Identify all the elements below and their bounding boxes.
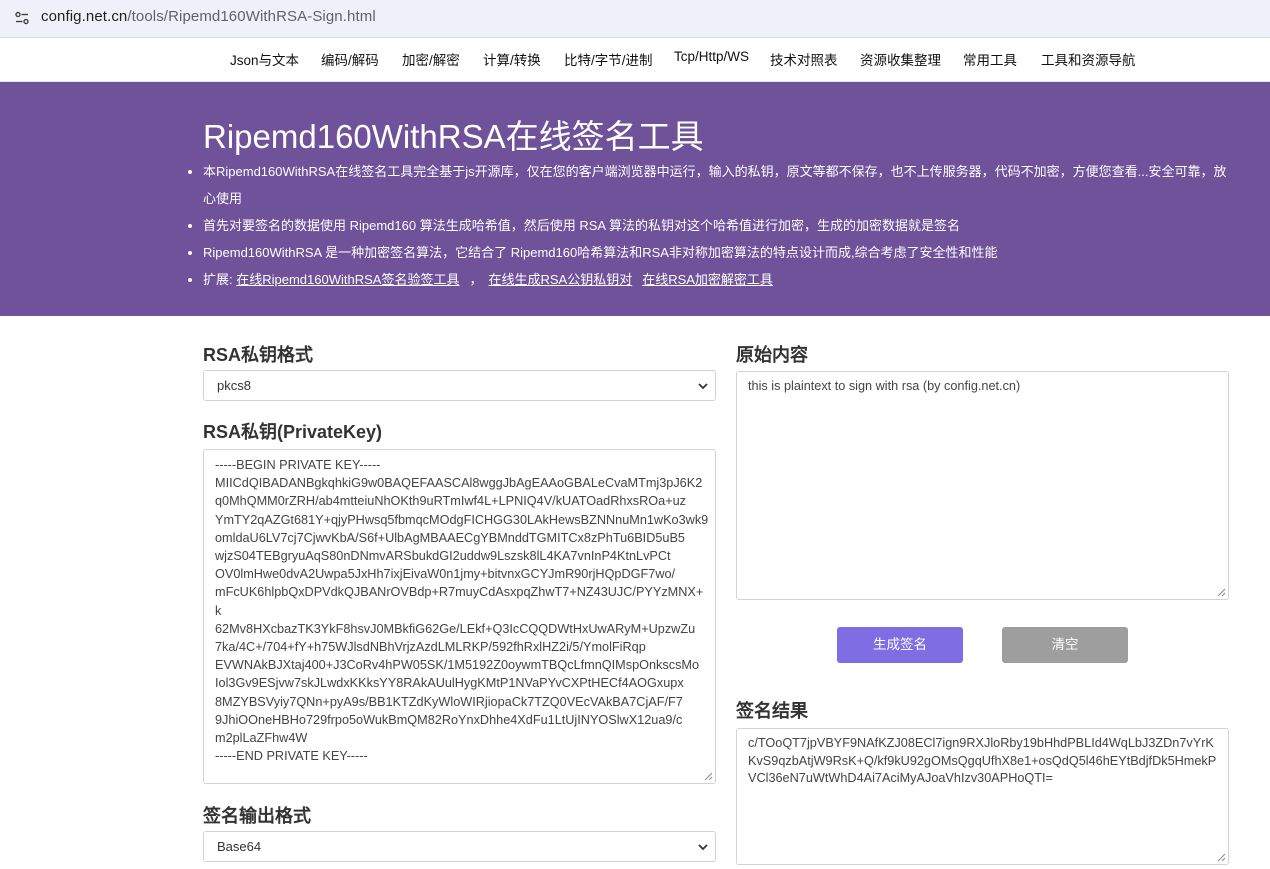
resize-grip-icon[interactable] — [704, 772, 713, 781]
key-format-value: pkcs8 — [217, 378, 251, 393]
plaintext-label: 原始内容 — [736, 345, 808, 365]
page-title: Ripemd160WithRSA在线签名工具 — [203, 118, 704, 155]
plaintext-content: this is plaintext to sign with rsa (by c… — [748, 379, 1021, 393]
output-format-label: 签名输出格式 — [203, 806, 311, 826]
nav-item-encrypt-decrypt[interactable]: 加密/解密 — [402, 49, 460, 69]
clear-button[interactable]: 清空 — [1002, 627, 1128, 663]
top-navigation: Json与文本 编码/解码 加密/解密 计算/转换 比特/字节/进制 Tcp/H… — [0, 39, 1270, 82]
resize-grip-icon[interactable] — [1217, 588, 1226, 597]
nav-item-tools-nav[interactable]: 工具和资源导航 — [1041, 49, 1136, 69]
hero-bullet: Ripemd160WithRSA 是一种加密签名算法，它结合了 Ripemd16… — [188, 239, 1228, 266]
plaintext-textarea[interactable]: this is plaintext to sign with rsa (by c… — [736, 371, 1229, 600]
nav-item-encode-decode[interactable]: 编码/解码 — [321, 49, 379, 69]
hero-bullet: 本Ripemd160WithRSA在线签名工具完全基于js开源库，仅在您的客户端… — [188, 158, 1228, 212]
hero-banner: Ripemd160WithRSA在线签名工具 本Ripemd160WithRSA… — [0, 82, 1270, 316]
nav-item-resources[interactable]: 资源收集整理 — [860, 49, 941, 69]
link-rsa-encrypt[interactable]: 在线RSA加密解密工具 — [642, 272, 773, 287]
ext-prefix: 扩展: — [203, 272, 237, 287]
resize-grip-icon[interactable] — [1217, 853, 1226, 862]
link-ripemd160-verify[interactable]: 在线Ripemd160WithRSA签名验签工具 — [236, 272, 459, 287]
link-rsa-keypair[interactable]: 在线生成RSA公钥私钥对 — [488, 272, 632, 287]
private-key-content: -----BEGIN PRIVATE KEY----- MIICdQIBADAN… — [215, 458, 709, 764]
hero-bullet: 首先对要签名的数据使用 Ripemd160 算法生成哈希值，然后使用 RSA 算… — [188, 212, 1228, 239]
url-path: /tools/Ripemd160WithRSA-Sign.html — [127, 8, 376, 25]
key-format-select[interactable]: pkcs8 — [203, 370, 716, 401]
url-host: config.net.cn — [41, 8, 128, 25]
nav-item-bit-byte[interactable]: 比特/字节/进制 — [564, 49, 653, 69]
output-format-select[interactable]: Base64 — [203, 831, 716, 862]
key-format-label: RSA私钥格式 — [203, 345, 314, 365]
site-info-icon[interactable] — [14, 10, 30, 26]
nav-item-tech-compare[interactable]: 技术对照表 — [770, 49, 838, 69]
hero-bullet-extensions: 扩展: 在线Ripemd160WithRSA签名验签工具，在线生成RSA公钥私钥… — [188, 266, 1228, 293]
result-label: 签名结果 — [736, 701, 808, 721]
signature-result-textarea[interactable]: c/TOoQT7jpVBYF9NAfKZJ08ECl7ign9RXJloRby1… — [736, 728, 1229, 865]
private-key-textarea[interactable]: -----BEGIN PRIVATE KEY----- MIICdQIBADAN… — [203, 449, 716, 784]
url-field[interactable]: config.net.cn/tools/Ripemd160WithRSA-Sig… — [41, 8, 376, 25]
nav-item-tcp-http[interactable]: Tcp/Http/WS — [674, 49, 749, 64]
signature-result-content: c/TOoQT7jpVBYF9NAfKZJ08ECl7ign9RXJloRby1… — [748, 736, 1217, 785]
nav-item-calc-convert[interactable]: 计算/转换 — [483, 49, 541, 69]
browser-address-bar: config.net.cn/tools/Ripemd160WithRSA-Sig… — [0, 0, 1270, 38]
chevron-down-icon — [698, 844, 708, 851]
hero-description-list: 本Ripemd160WithRSA在线签名工具完全基于js开源库，仅在您的客户端… — [188, 158, 1228, 293]
output-format-value: Base64 — [217, 839, 262, 854]
private-key-label: RSA私钥(PrivateKey) — [203, 422, 383, 442]
chevron-down-icon — [698, 383, 708, 390]
nav-item-json[interactable]: Json与文本 — [230, 49, 299, 69]
generate-signature-button[interactable]: 生成签名 — [837, 627, 963, 663]
nav-item-common-tools[interactable]: 常用工具 — [963, 49, 1017, 69]
